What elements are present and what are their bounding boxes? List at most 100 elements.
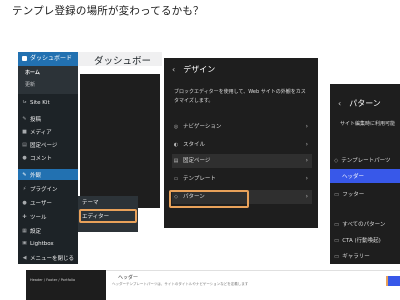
page-icon: ▤ [173, 158, 179, 164]
plugin-icon: ⚡ [22, 186, 27, 192]
folder-icon: ▭ [334, 238, 340, 244]
divider [106, 270, 400, 271]
appearance-icon: ✎ [22, 172, 27, 178]
bottom-editor-strip: Header / Footer / Portfolio ヘッダー ヘッダーテンプ… [26, 270, 400, 300]
chevron-right-icon: › [305, 141, 308, 148]
back-icon[interactable]: ‹ [172, 65, 175, 74]
sidebar-item-label: 固定ページ [30, 143, 58, 149]
template-part-icon: ◇ [334, 158, 339, 164]
sidebar-item-dashboard[interactable]: ダッシュボード [18, 52, 78, 66]
user-icon: ● [22, 200, 27, 206]
sidebar-item-label: ツール [30, 215, 47, 221]
sidebar-item-sitekit[interactable]: G Site Kit [18, 100, 78, 106]
bottom-left-text: Header / Footer / Portfolio [30, 278, 76, 282]
bottom-subtext: ヘッダーテンプレートパーツは、サイトのタイトルやナビゲーションなどを定義します [112, 282, 249, 286]
pin-icon: ✎ [22, 116, 27, 122]
patterns-item-label: ギャラリー [342, 254, 370, 260]
sidebar-item-media[interactable]: ■ メディア [18, 128, 78, 137]
comment-icon: ● [22, 155, 27, 161]
submenu-home[interactable]: ホーム [25, 69, 40, 76]
sidebar-item-posts[interactable]: ✎ 投稿 [18, 115, 78, 124]
design-item-label: テンプレート [183, 176, 216, 182]
bottom-dark-bar: Header / Footer / Portfolio [26, 270, 106, 300]
sidebar-item-label: 外観 [30, 173, 42, 179]
design-item-navigation[interactable]: ◎ ナビゲーション › [172, 120, 312, 134]
sidebar-item-plugins[interactable]: ⚡ プラグイン [18, 185, 78, 194]
appearance-flyout-menu: テーマ エディター [78, 196, 138, 232]
dashboard-submenu: ホーム 更新 [18, 66, 78, 94]
folder-icon: ▭ [334, 222, 340, 228]
flyout-item-theme[interactable]: テーマ [82, 198, 99, 206]
patterns-item-cta[interactable]: ▭ CTA (行動喚起) [334, 236, 381, 244]
patterns-item-label: ヘッダー [342, 174, 365, 180]
sidebar-collapse[interactable]: ◀ メニューを閉じる [18, 254, 78, 263]
page-icon: ▤ [22, 142, 27, 148]
sidebar-item-label: メニューを閉じる [30, 256, 75, 262]
back-icon[interactable]: ‹ [338, 99, 341, 108]
style-icon: ◐ [173, 142, 179, 148]
sitekit-icon: G [22, 100, 27, 105]
design-item-label: ナビゲーション [183, 124, 222, 130]
media-icon: ■ [22, 129, 27, 135]
footer-icon: ▭ [334, 192, 340, 198]
patterns-item-label: フッター [342, 192, 365, 198]
template-icon: ▭ [173, 176, 179, 182]
submenu-updates[interactable]: 更新 [25, 81, 35, 88]
design-item-label: 固定ページ [183, 158, 211, 164]
wp-admin-panel: ダッシュボード ホーム 更新 G Site Kit ✎ 投稿 ■ メディア ▤ 固定ペー… [18, 52, 162, 264]
chevron-right-icon: › [305, 157, 308, 164]
patterns-item-label: テンプレートパーツ [341, 158, 391, 164]
patterns-item-gallery[interactable]: ▭ ギャラリー [334, 252, 370, 260]
tool-icon: ✚ [22, 214, 27, 220]
page-title: ダッシュボー [94, 56, 152, 67]
navigation-icon: ◎ [173, 124, 179, 130]
sidebar-item-pages[interactable]: ▤ 固定ページ [18, 141, 78, 150]
sidebar-item-tools[interactable]: ✚ ツール [18, 213, 78, 222]
dashboard-icon [22, 56, 27, 61]
design-item-label: スタイル [183, 142, 206, 148]
design-description: ブロックエディターを使用して、Web サイトの外観をカスタマイズします。 [174, 89, 306, 104]
bottom-heading: ヘッダー [118, 275, 139, 281]
sidebar-item-users[interactable]: ● ユーザー [18, 199, 78, 208]
patterns-title: パターン [349, 99, 381, 108]
patterns-highlight-box [169, 190, 249, 208]
sidebar-item-label: ダッシュボード [30, 55, 73, 62]
page-heading: テンプレ登録の場所が変わってるかも？ [12, 5, 204, 17]
design-item-templates[interactable]: ▭ テンプレート › [172, 172, 312, 186]
patterns-panel: ‹ パターン サイト編集時に利用可能 ◇ テンプレートパーツ ヘッダー ▭ フッター … [330, 84, 400, 264]
sidebar-item-comments[interactable]: ● コメント [18, 154, 78, 163]
lightbox-icon: ▣ [22, 241, 27, 246]
sidebar-item-label: メディア [30, 130, 52, 136]
editor-highlight-box [79, 209, 137, 223]
chevron-right-icon: › [305, 123, 308, 130]
chevron-right-icon: › [305, 193, 308, 200]
patterns-item-label: すべてのパターン [342, 222, 386, 228]
design-title: デザイン [183, 65, 216, 74]
sidebar-item-appearance[interactable]: ✎ 外観 [18, 171, 78, 180]
folder-icon: ▭ [334, 254, 340, 260]
sidebar-item-label: Lightbox [30, 241, 54, 247]
settings-icon: ▦ [22, 228, 27, 234]
sidebar-item-label: 設定 [30, 229, 42, 235]
patterns-item-template-parts[interactable]: ◇ テンプレートパーツ [334, 156, 390, 164]
patterns-item-label: CTA (行動喚起) [342, 238, 381, 244]
design-item-pages[interactable]: ▤ 固定ページ › [172, 154, 312, 168]
patterns-item-all[interactable]: ▭ すべてのパターン [334, 220, 385, 228]
design-header: ‹ デザイン [172, 64, 215, 75]
design-panel: ‹ デザイン ブロックエディターを使用して、Web サイトの外観をカスタマイズしま… [164, 58, 318, 228]
patterns-item-footer[interactable]: ▭ フッター [334, 190, 364, 198]
sidebar-item-settings[interactable]: ▦ 設定 [18, 227, 78, 236]
design-item-styles[interactable]: ◐ スタイル › [172, 138, 312, 152]
patterns-item-header[interactable]: ヘッダー [330, 169, 400, 183]
sidebar-item-label: Site Kit [30, 100, 50, 106]
blue-button[interactable] [388, 276, 400, 286]
sidebar-item-lightbox[interactable]: ▣ Lightbox [18, 241, 78, 247]
sidebar-item-label: プラグイン [30, 187, 58, 193]
sidebar-item-label: コメント [30, 156, 53, 162]
patterns-header: ‹ パターン [338, 98, 381, 109]
wp-admin-sidebar: ダッシュボード ホーム 更新 G Site Kit ✎ 投稿 ■ メディア ▤ 固定ペー… [18, 52, 78, 264]
chevron-right-icon: › [305, 175, 308, 182]
dark-content-block [80, 74, 160, 208]
collapse-icon: ◀ [22, 255, 27, 261]
patterns-description: サイト編集時に利用可能 [340, 121, 396, 127]
